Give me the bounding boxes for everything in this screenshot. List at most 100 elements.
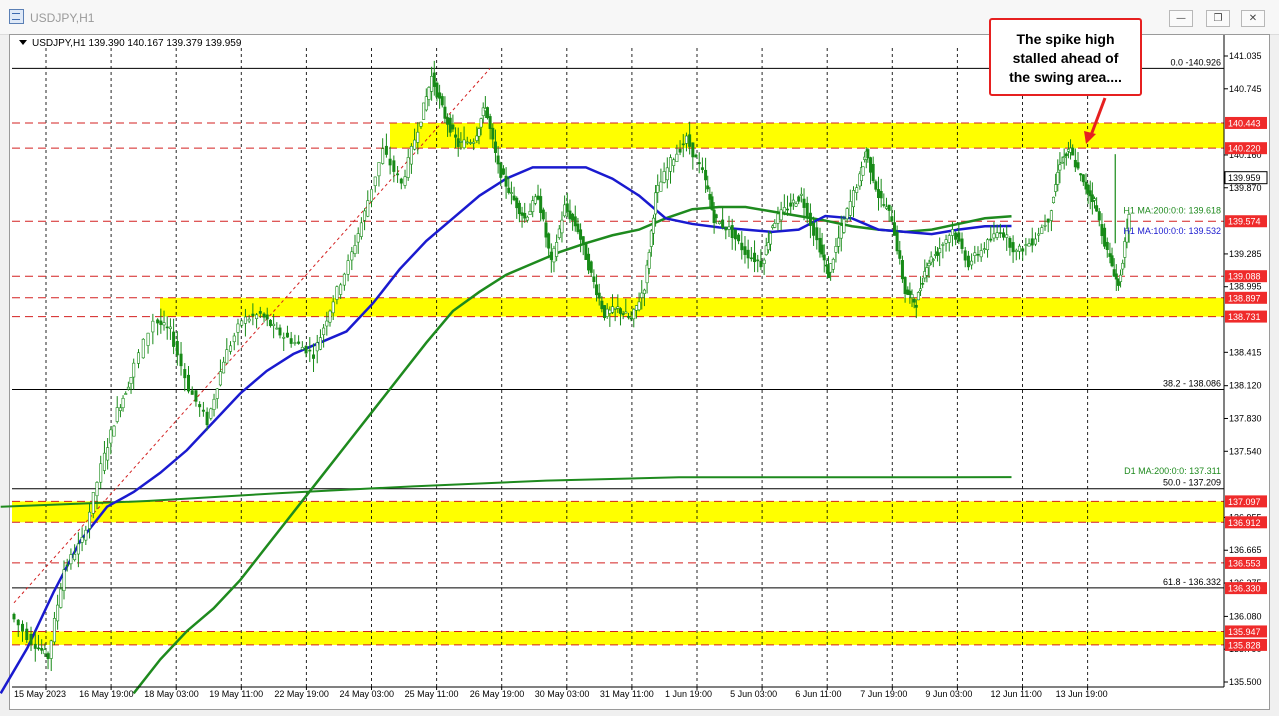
candle-body <box>255 314 259 320</box>
candle-body <box>132 362 136 378</box>
candle-body <box>866 149 870 159</box>
candle-body <box>215 388 219 399</box>
candle-body <box>629 317 633 320</box>
candle-body <box>600 300 604 310</box>
candle-body <box>1002 232 1006 238</box>
annotation-callout: The spike high stalled ahead of the swin… <box>989 18 1142 96</box>
candle-body <box>869 157 873 173</box>
price-chart[interactable]: 0.0 -140.926 38.2 - 138.086 50.0 - 137.209… <box>0 0 1279 716</box>
candle-body <box>970 260 974 266</box>
candle-body <box>289 338 293 344</box>
moving-average-label: D1 MA:200:0:0: 137.311 <box>1124 466 1221 476</box>
candle-body <box>579 229 583 240</box>
price-tag-label: 139.088 <box>1228 272 1261 282</box>
candle-body <box>694 154 698 158</box>
candle-body <box>571 213 575 221</box>
candle-body <box>446 117 450 125</box>
candle-body <box>998 232 1002 234</box>
candle-body <box>839 225 843 239</box>
x-tick-label: 9 Jun 03:00 <box>925 689 972 699</box>
candle-body <box>957 232 961 242</box>
candle-body <box>733 229 737 240</box>
candle-body <box>912 298 916 303</box>
candle-body <box>879 190 883 199</box>
candle-body <box>789 202 793 207</box>
candle-body <box>581 236 585 245</box>
candle-body <box>659 181 663 192</box>
candle-body <box>115 407 119 422</box>
candle-body <box>791 199 795 204</box>
candle-body <box>124 393 128 395</box>
candle-body <box>919 288 923 292</box>
candle-body <box>749 257 753 260</box>
candle-body <box>141 338 145 359</box>
candle-body <box>243 316 247 324</box>
x-tick-label: 19 May 11:00 <box>209 689 263 699</box>
candle-body <box>1062 156 1066 158</box>
y-tick-label: 138.415 <box>1229 347 1262 357</box>
annotation-line: the swing area.... <box>1009 69 1122 85</box>
candle-body <box>247 318 251 322</box>
candle-body <box>1103 227 1107 247</box>
candle-body <box>443 106 447 119</box>
fib-level-label: 50.0 - 137.209 <box>1163 478 1221 488</box>
candle-body <box>322 327 326 336</box>
y-tick-label: 139.285 <box>1229 249 1262 259</box>
candle-body <box>1043 224 1047 227</box>
candle-body <box>462 139 466 149</box>
candle-body <box>626 316 630 318</box>
candle-body <box>539 196 543 214</box>
support-resistance-zone <box>12 631 1224 645</box>
candle-body <box>339 284 343 295</box>
candle-body <box>501 168 505 175</box>
candle-body <box>665 167 669 181</box>
candle-body <box>430 76 434 92</box>
candle-body <box>927 263 931 266</box>
candle-body <box>621 313 625 315</box>
h1-ma200-line <box>132 205 1012 695</box>
price-tag-label: 137.097 <box>1228 497 1261 507</box>
candle-body <box>1073 159 1077 168</box>
candle-body <box>88 511 92 529</box>
candle-body <box>541 209 545 220</box>
candle-body <box>876 189 880 198</box>
candle-body <box>272 323 276 327</box>
y-tick-label: 140.745 <box>1229 84 1262 94</box>
candle-body <box>1092 198 1096 201</box>
candle-body <box>1017 245 1021 252</box>
annotation-line: stalled ahead of <box>1012 50 1119 66</box>
candle-body <box>377 162 381 177</box>
price-tag-label: 139.574 <box>1228 217 1261 227</box>
candle-body <box>300 347 304 350</box>
candle-body <box>99 463 103 483</box>
candle-body <box>278 327 282 336</box>
candle-body <box>1110 255 1114 267</box>
candle-body <box>1060 161 1064 164</box>
candle-body <box>1056 172 1060 185</box>
candle-body <box>941 244 945 246</box>
candle-body <box>815 227 819 241</box>
candle-body <box>91 492 95 514</box>
candle-body <box>1046 218 1050 223</box>
candle-body <box>782 207 786 213</box>
candle-body <box>459 141 463 143</box>
candle-body <box>356 233 360 243</box>
candle-body <box>504 175 508 187</box>
y-tick-label: 136.665 <box>1229 545 1262 555</box>
y-tick-label: 136.080 <box>1229 611 1262 621</box>
moving-average-label: H1 MA:200:0:0: 139.618 <box>1123 205 1221 215</box>
x-tick-label: 24 May 03:00 <box>340 689 395 699</box>
candle-body <box>753 252 757 263</box>
candle-body <box>812 222 816 236</box>
candle-body <box>584 243 588 260</box>
candle-body <box>285 332 289 338</box>
candle-body <box>675 153 679 162</box>
candle-body <box>966 255 970 268</box>
candle-body <box>350 251 354 261</box>
candle-body <box>898 250 902 259</box>
y-tick-label: 138.995 <box>1229 282 1262 292</box>
candle-body <box>229 345 233 352</box>
collapse-triangle-icon[interactable] <box>19 40 27 45</box>
candle-body <box>225 349 229 364</box>
candle-body <box>563 204 567 217</box>
